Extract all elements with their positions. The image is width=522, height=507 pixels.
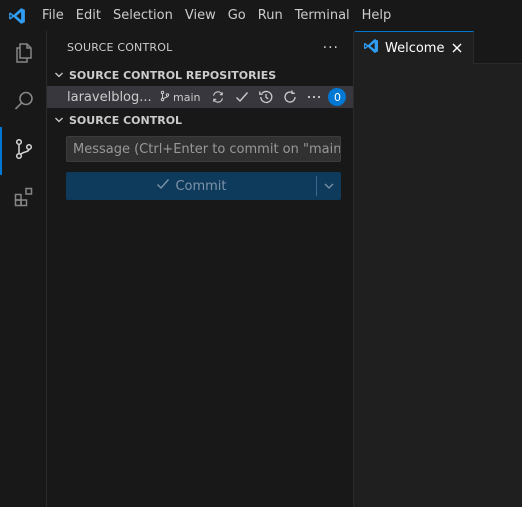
chevron-down-icon <box>51 114 67 126</box>
changes-count-badge: 0 <box>328 88 347 106</box>
source-control-section-label: SOURCE CONTROL <box>69 113 183 127</box>
check-icon[interactable] <box>230 86 254 108</box>
sync-icon[interactable] <box>206 86 230 108</box>
commit-message-input[interactable] <box>66 136 341 162</box>
source-control-section-header[interactable]: SOURCE CONTROL <box>47 109 353 131</box>
repository-name: laravelblog... <box>67 89 152 105</box>
menu-help[interactable]: Help <box>356 0 398 31</box>
editor-tab-bar: Welcome <box>355 31 522 64</box>
chevron-down-icon <box>323 177 335 196</box>
menu-go[interactable]: Go <box>222 0 252 31</box>
explorer-icon <box>12 41 36 69</box>
more-actions-button[interactable]: ··· <box>323 40 339 56</box>
source-control-sidebar: SOURCE CONTROL ··· SOURCE CONTROL REPOSI… <box>47 31 354 507</box>
editor-area <box>355 64 522 507</box>
vscode-logo-icon <box>363 38 379 58</box>
activity-source-control[interactable] <box>0 127 47 175</box>
menu-run[interactable]: Run <box>252 0 289 31</box>
repositories-section-label: SOURCE CONTROL REPOSITORIES <box>69 68 277 82</box>
branch-icon <box>159 90 173 105</box>
chevron-down-icon <box>51 69 67 81</box>
menu-view[interactable]: View <box>179 0 222 31</box>
menu-terminal[interactable]: Terminal <box>289 0 356 31</box>
menu-bar: File Edit Selection View Go Run Terminal… <box>0 0 522 31</box>
branch-name: main <box>173 90 201 104</box>
sidebar-header: SOURCE CONTROL ··· <box>47 31 353 64</box>
vscode-logo-icon <box>2 0 32 31</box>
tab-welcome-label: Welcome <box>385 40 445 56</box>
activity-bar <box>0 31 47 507</box>
history-icon[interactable] <box>254 86 278 108</box>
check-icon <box>155 176 175 196</box>
tab-welcome[interactable]: Welcome <box>355 31 474 64</box>
sidebar-title: SOURCE CONTROL <box>67 41 173 54</box>
activity-extensions[interactable] <box>0 175 47 223</box>
commit-button-group: Commit <box>66 172 341 200</box>
repositories-section-header[interactable]: SOURCE CONTROL REPOSITORIES <box>47 64 353 86</box>
branch-indicator[interactable]: main <box>159 90 200 105</box>
menu-file[interactable]: File <box>36 0 70 31</box>
menu-selection[interactable]: Selection <box>107 0 179 31</box>
menu-edit[interactable]: Edit <box>70 0 107 31</box>
refresh-icon[interactable] <box>278 86 302 108</box>
activity-explorer[interactable] <box>0 31 47 79</box>
commit-dropdown-button[interactable] <box>317 172 341 200</box>
commit-button[interactable]: Commit <box>66 172 316 200</box>
source-control-icon <box>12 137 36 165</box>
activity-search[interactable] <box>0 79 47 127</box>
search-icon <box>12 89 36 117</box>
commit-button-label: Commit <box>175 178 227 194</box>
close-icon[interactable] <box>447 42 467 54</box>
repository-row[interactable]: laravelblog... main 0 <box>47 86 353 108</box>
extensions-icon <box>12 185 36 213</box>
more-icon[interactable] <box>302 86 326 108</box>
